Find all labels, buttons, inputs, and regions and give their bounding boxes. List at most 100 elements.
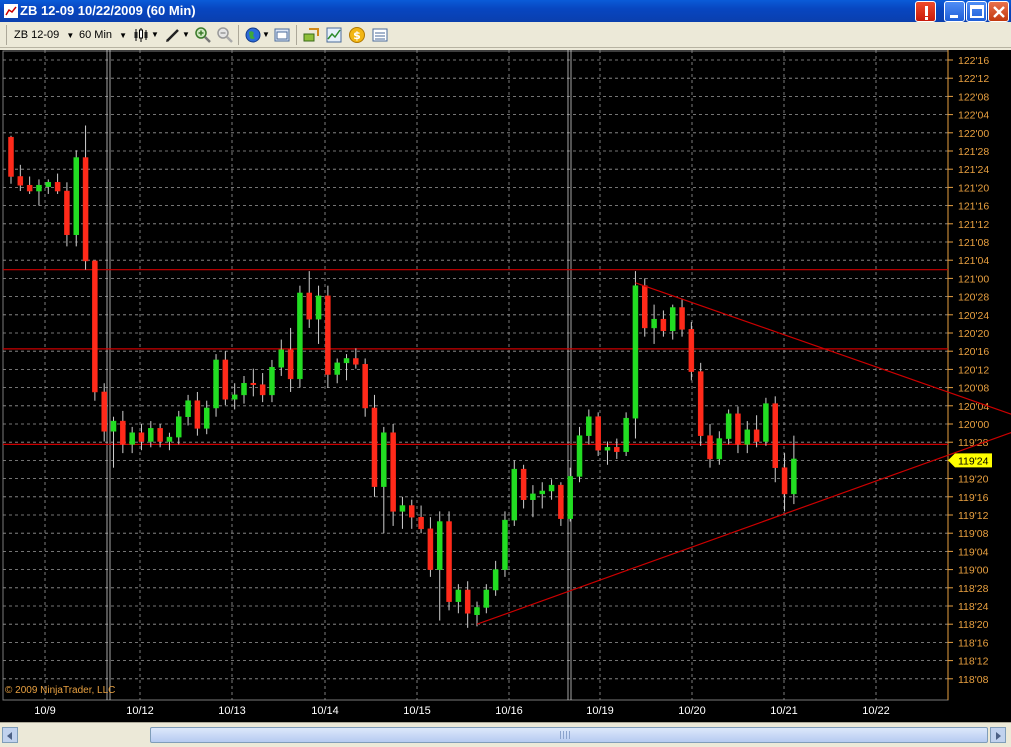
candle-body: [157, 428, 163, 442]
x-tick-label: 10/15: [403, 705, 431, 717]
y-tick-label: 119'16: [958, 492, 989, 504]
candle-body: [259, 384, 266, 396]
candle-body: [707, 435, 713, 460]
chevron-down-icon[interactable]: ▼: [182, 26, 190, 44]
candle-body: [353, 358, 359, 365]
y-tick-label: 120'04: [958, 401, 989, 413]
candle-body: [36, 184, 42, 192]
candle-body: [502, 519, 508, 570]
candle-body: [73, 157, 79, 235]
candle-body: [54, 182, 61, 192]
candle-body: [781, 467, 788, 495]
y-tick-label: 122'04: [958, 110, 989, 122]
x-tick-label: 10/21: [770, 705, 798, 717]
candle-body: [753, 429, 760, 442]
price-chart[interactable]: 122'16 122'12 122'08 122'04 122'00 121'28 121'…: [0, 50, 1011, 722]
x-tick-label: 10/9: [34, 705, 55, 717]
plot-border: [2, 50, 949, 701]
candle-body: [64, 190, 70, 235]
candle-body: [446, 521, 452, 602]
candle-body: [735, 413, 741, 445]
globe-icon[interactable]: [244, 26, 262, 44]
candle-body: [409, 505, 415, 518]
candle-body: [101, 391, 107, 432]
candle-body: [632, 285, 639, 419]
svg-text:$: $: [353, 29, 361, 42]
y-tick-label: 118'16: [958, 637, 989, 649]
close-icon: [993, 6, 1005, 18]
candle-body: [278, 349, 285, 368]
y-tick-label: 121'24: [958, 164, 989, 176]
y-tick-label: 121'16: [958, 201, 989, 213]
candlestick-chart[interactable]: 122'16 122'12 122'08 122'04 122'00 121'28 121'…: [0, 50, 1011, 722]
candle-body: [716, 438, 723, 460]
chevron-right-icon: [996, 732, 1001, 740]
candle-body: [241, 382, 247, 396]
alert-button[interactable]: [915, 1, 936, 22]
y-tick-label: 120'08: [958, 383, 989, 395]
properties-icon[interactable]: [273, 26, 291, 44]
chart-app-icon: [4, 4, 18, 18]
candle-body: [306, 292, 312, 320]
candle-body: [567, 476, 573, 519]
toolbar-separator: [296, 25, 297, 45]
x-tick-label: 10/19: [586, 705, 614, 717]
candle-body: [129, 432, 135, 445]
instrument-selector[interactable]: ZB 12-09 ▼: [14, 26, 74, 44]
zoom-in-icon[interactable]: [194, 26, 212, 44]
candle-body: [297, 292, 303, 380]
chevron-down-icon[interactable]: ▼: [262, 26, 270, 44]
instrument-label: ZB 12-09: [14, 29, 60, 41]
horizontal-scrollbar[interactable]: [0, 722, 1011, 746]
candle-body: [185, 400, 191, 417]
draw-tool-icon[interactable]: [164, 26, 182, 44]
candle-body: [548, 484, 555, 492]
trendline: [476, 431, 1011, 625]
toolbar-grip: [6, 25, 7, 45]
y-tick-label: 119'04: [958, 546, 989, 558]
y-tick-label: 119'12: [958, 510, 989, 522]
candle-body: [362, 364, 368, 409]
bar-type-icon[interactable]: [133, 26, 151, 44]
interval-selector[interactable]: 60 Min ▼: [79, 26, 127, 44]
candle-body: [418, 516, 424, 530]
candle-body: [651, 318, 657, 329]
y-tick-label: 122'16: [958, 55, 989, 67]
candle-body: [26, 184, 33, 192]
candle-body: [623, 417, 629, 452]
y-tick-label: 118'08: [958, 674, 989, 686]
chart-trader-icon[interactable]: $: [348, 26, 366, 44]
candle-body: [604, 447, 611, 451]
zoom-out-icon[interactable]: [216, 26, 234, 44]
candle-body: [530, 493, 536, 500]
candle-body: [8, 136, 14, 177]
minimize-button[interactable]: [944, 1, 965, 22]
candle-body: [325, 295, 331, 375]
last-price-label: 119'24: [958, 455, 989, 467]
data-box-icon[interactable]: [371, 26, 389, 44]
candle-body: [660, 318, 667, 332]
y-tick-label: 121'28: [958, 146, 989, 158]
y-tick-label: 120'12: [958, 364, 989, 376]
candle-body: [315, 295, 322, 320]
scroll-left-button[interactable]: [2, 727, 18, 743]
y-tick-label: 122'00: [958, 128, 989, 140]
close-button[interactable]: [988, 1, 1009, 22]
candle-body: [697, 371, 704, 436]
window-title: ZB 12-09 10/22/2009 (60 Min): [20, 3, 196, 18]
scroll-right-button[interactable]: [990, 727, 1006, 743]
indicator-icon[interactable]: [325, 26, 343, 44]
candle-body: [455, 589, 462, 602]
chart-toolbar: ZB 12-09 ▼ 60 Min ▼ ▼ ▼ ▼ $: [0, 22, 1011, 48]
maximize-button[interactable]: [966, 1, 987, 22]
candle-body: [194, 400, 201, 429]
x-tick-label: 10/22: [862, 705, 890, 717]
candle-body: [763, 403, 769, 442]
chevron-down-icon[interactable]: ▼: [151, 26, 159, 44]
candle-body: [343, 358, 350, 364]
strategy-icon[interactable]: [302, 26, 320, 44]
candle-body: [390, 432, 396, 512]
interval-label: 60 Min: [79, 29, 113, 41]
title-bar[interactable]: ZB 12-09 10/22/2009 (60 Min): [0, 0, 1011, 22]
scrollbar-grip: [560, 731, 570, 739]
